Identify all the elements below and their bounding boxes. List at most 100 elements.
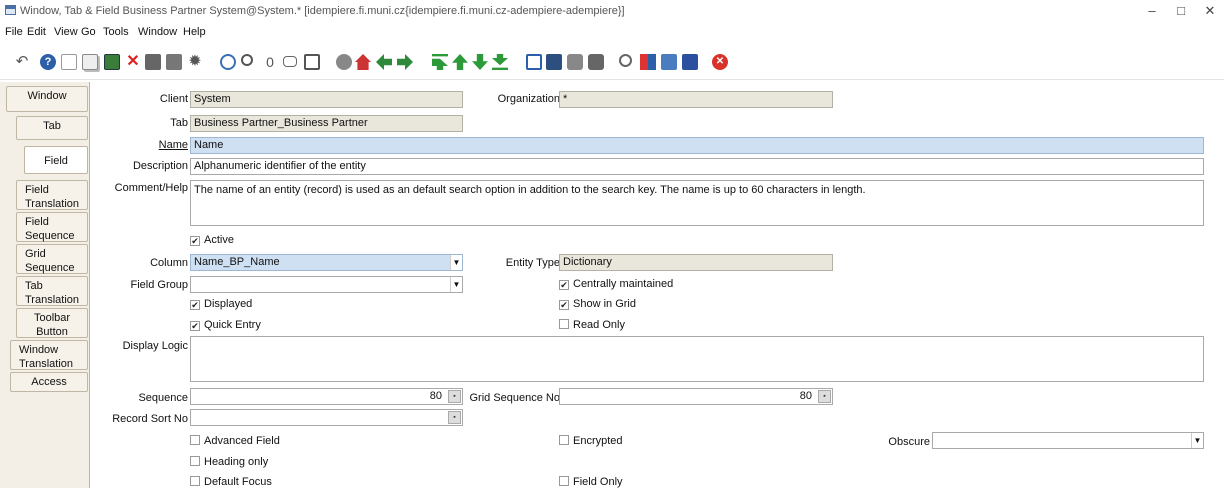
new-record-icon[interactable] <box>61 54 77 70</box>
tab-field-value[interactable]: Business Partner_Business Partner <box>190 115 463 132</box>
field-only-checkbox[interactable]: Field Only <box>559 476 623 488</box>
sequence-input[interactable]: 80 ▪ <box>190 388 463 405</box>
name-label: Name <box>159 139 188 151</box>
encrypted-checkbox[interactable]: Encrypted <box>559 435 623 447</box>
tab-field[interactable]: Field <box>24 146 88 174</box>
requery-icon[interactable] <box>220 54 236 70</box>
close-button[interactable]: ✕ <box>1196 2 1224 20</box>
name-input[interactable]: Name <box>190 137 1204 154</box>
first-record-icon[interactable] <box>432 54 448 70</box>
zoom-across-icon[interactable] <box>619 54 632 67</box>
settings-icon[interactable]: ✹ <box>187 54 203 70</box>
tab-field-sequence[interactable]: Field Sequence <box>16 212 88 242</box>
tab-window-translation[interactable]: Window Translation <box>10 340 88 370</box>
tab-tab[interactable]: Tab <box>16 116 88 140</box>
column-select[interactable]: Name_BP_Name ▼ <box>190 254 463 271</box>
obscure-dropdown-icon[interactable]: ▼ <box>1191 433 1203 448</box>
menu-help[interactable]: Help <box>183 26 206 38</box>
next-record-icon[interactable] <box>472 54 488 70</box>
archive-icon[interactable] <box>546 54 562 70</box>
print-preview-icon[interactable] <box>567 54 583 70</box>
minimize-button[interactable]: – <box>1138 2 1166 20</box>
heading-only-checkbox[interactable]: Heading only <box>190 456 268 468</box>
find-icon[interactable] <box>241 54 253 66</box>
parent-record-icon[interactable] <box>376 54 392 70</box>
save-icon[interactable] <box>104 54 120 70</box>
field-only-box[interactable] <box>559 476 569 486</box>
show-in-grid-checkbox[interactable]: ✔ Show in Grid <box>559 298 636 310</box>
history-icon[interactable] <box>336 54 352 70</box>
sequence-calculator-icon[interactable]: ▪ <box>448 390 461 403</box>
product-info-icon[interactable] <box>661 54 677 70</box>
column-dropdown-icon[interactable]: ▼ <box>450 255 462 270</box>
encrypted-text: Encrypted <box>573 435 623 447</box>
display-logic-textarea[interactable] <box>190 336 1204 382</box>
show-in-grid-box[interactable]: ✔ <box>559 300 569 310</box>
displayed-checkbox[interactable]: ✔ Displayed <box>190 298 252 310</box>
print-icon[interactable] <box>588 54 604 70</box>
active-checkbox[interactable]: ✔ Active <box>190 234 234 246</box>
end-icon[interactable] <box>682 54 698 70</box>
centrally-maintained-checkbox[interactable]: ✔ Centrally maintained <box>559 278 673 290</box>
tab-grid-sequence[interactable]: Grid Sequence <box>16 244 88 274</box>
menu-file[interactable]: File <box>5 26 23 38</box>
default-focus-box[interactable] <box>190 476 200 486</box>
quick-entry-box[interactable]: ✔ <box>190 321 200 331</box>
chat-icon[interactable] <box>283 56 297 67</box>
field-group-dropdown-icon[interactable]: ▼ <box>450 277 462 292</box>
menu-go[interactable]: Go <box>81 26 96 38</box>
menu-window[interactable]: Window <box>138 26 177 38</box>
client-label: Client <box>159 93 188 105</box>
refresh-icon[interactable] <box>166 54 182 70</box>
menu-bar: File Edit View Go Tools Window Help <box>0 22 1224 42</box>
home-icon[interactable] <box>355 54 371 70</box>
description-input[interactable]: Alphanumeric identifier of the entity <box>190 158 1204 175</box>
entity-type-field[interactable]: Dictionary <box>559 254 833 271</box>
default-focus-checkbox[interactable]: Default Focus <box>190 476 272 488</box>
undo-icon[interactable]: ↶ <box>14 54 30 70</box>
tab-tab-translation[interactable]: Tab Translation <box>16 276 88 306</box>
field-group-select[interactable]: ▼ <box>190 276 463 293</box>
comment-help-textarea[interactable]: The name of an entity (record) is used a… <box>190 180 1204 226</box>
organization-field[interactable]: * <box>559 91 833 108</box>
advanced-field-box[interactable] <box>190 435 200 445</box>
read-only-box[interactable] <box>559 319 569 329</box>
menu-edit[interactable]: Edit <box>27 26 46 38</box>
previous-record-icon[interactable] <box>452 54 468 70</box>
tab-toolbar-button[interactable]: Toolbar Button <box>16 308 88 338</box>
heading-only-box[interactable] <box>190 456 200 466</box>
quick-entry-checkbox[interactable]: ✔ Quick Entry <box>190 319 261 331</box>
record-sort-input[interactable]: ▪ <box>190 409 463 426</box>
advanced-field-checkbox[interactable]: Advanced Field <box>190 435 280 447</box>
centrally-maintained-box[interactable]: ✔ <box>559 280 569 290</box>
encrypted-box[interactable] <box>559 435 569 445</box>
help-icon[interactable]: ? <box>40 54 56 70</box>
detail-record-icon[interactable] <box>397 54 413 70</box>
tab-window[interactable]: Window <box>6 86 88 112</box>
tab-field-translation[interactable]: Field Translation <box>16 180 88 210</box>
grid-toggle-icon[interactable] <box>304 54 320 70</box>
attachment-icon[interactable]: 0 <box>262 54 278 70</box>
record-sort-calculator-icon[interactable]: ▪ <box>448 411 461 424</box>
maximize-button[interactable]: □ <box>1167 2 1195 20</box>
exit-icon[interactable]: ✕ <box>712 54 728 70</box>
entity-type-label: Entity Type <box>505 257 560 269</box>
displayed-box[interactable]: ✔ <box>190 300 200 310</box>
active-workflows-icon[interactable] <box>640 54 656 70</box>
grid-sequence-calculator-icon[interactable]: ▪ <box>818 390 831 403</box>
name-label-text: Name <box>158 139 188 151</box>
obscure-select[interactable]: ▼ <box>932 432 1204 449</box>
grid-sequence-input[interactable]: 80 ▪ <box>559 388 833 405</box>
client-field[interactable]: System <box>190 91 463 108</box>
read-only-checkbox[interactable]: Read Only <box>559 319 625 331</box>
delete-icon[interactable]: ✕ <box>125 54 141 70</box>
copy-record-icon[interactable] <box>82 54 98 70</box>
column-value: Name_BP_Name <box>194 256 280 268</box>
tab-access[interactable]: Access <box>10 372 88 392</box>
delete-selection-icon[interactable] <box>145 54 161 70</box>
menu-view[interactable]: View <box>54 26 78 38</box>
report-icon[interactable] <box>526 54 542 70</box>
active-check-box[interactable]: ✔ <box>190 236 200 246</box>
last-record-icon[interactable] <box>492 54 508 70</box>
menu-tools[interactable]: Tools <box>103 26 129 38</box>
